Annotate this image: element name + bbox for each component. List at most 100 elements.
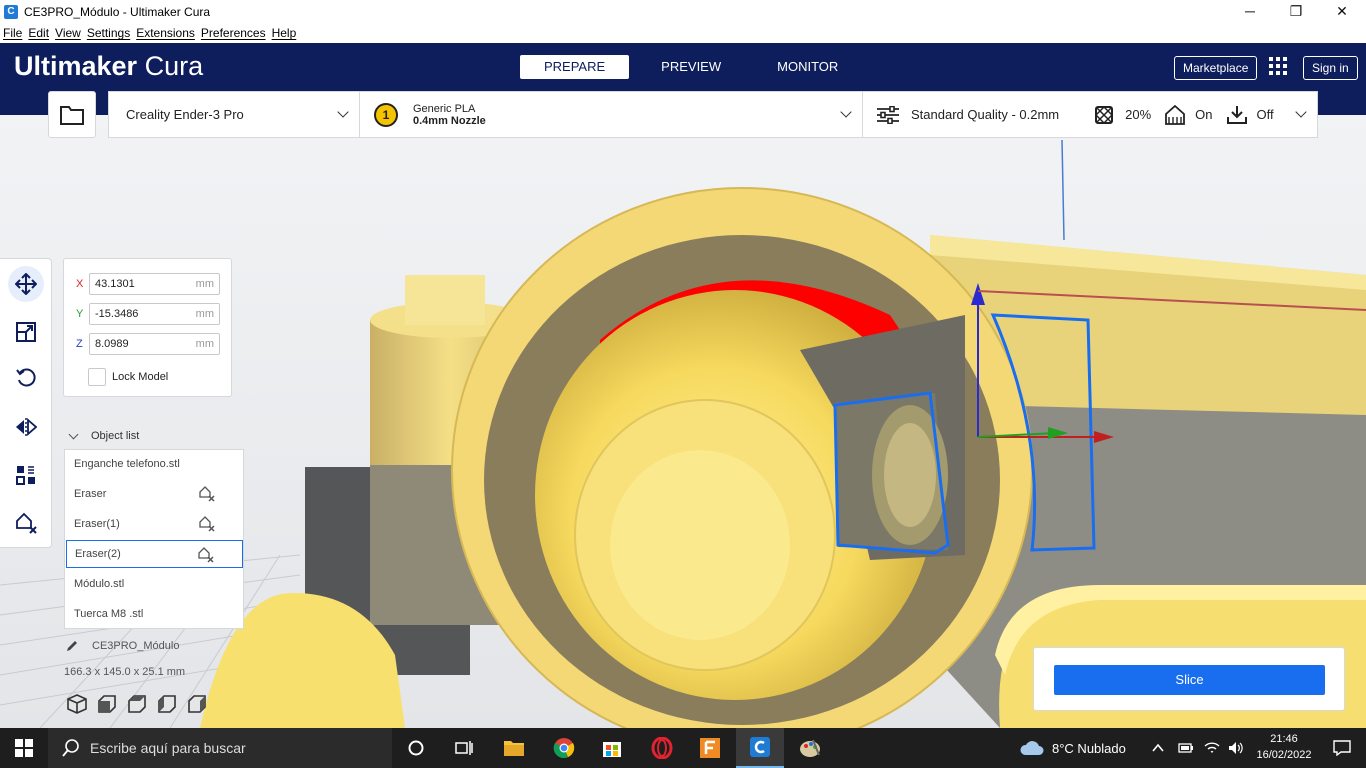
- chevron-down-icon: [68, 429, 79, 440]
- cura-app-icon: C: [4, 4, 18, 19]
- menu-bar: File Edit View Settings Extensions Prefe…: [0, 23, 1366, 43]
- object-list-item[interactable]: Módulo.stl: [66, 570, 243, 598]
- adhesion-icon: [1226, 105, 1247, 124]
- search-placeholder: Escribe aquí para buscar: [90, 740, 246, 756]
- x-unit: mm: [195, 278, 214, 290]
- object-list-item[interactable]: Tuerca M8 .stl: [66, 600, 243, 628]
- store-icon: [603, 742, 621, 757]
- extruder-badge-icon: 1: [374, 102, 398, 127]
- object-name: Eraser: [74, 488, 107, 500]
- cortana-button[interactable]: [392, 728, 440, 768]
- view-left-icon[interactable]: [156, 693, 178, 715]
- y-position-input[interactable]: -15.3486 mm: [89, 303, 220, 325]
- print-settings-selector[interactable]: Standard Quality - 0.2mm 20% On Off: [862, 91, 1318, 138]
- folder-icon: [60, 106, 84, 125]
- scene-render: [0, 115, 1366, 728]
- taskbar-search-box[interactable]: Escribe aquí para buscar: [48, 728, 392, 768]
- menu-edit[interactable]: Edit: [28, 26, 49, 40]
- view-right-icon[interactable]: [186, 693, 208, 715]
- object-name: Eraser(2): [75, 548, 121, 560]
- per-model-settings-tool[interactable]: [8, 457, 44, 493]
- cortana-icon: [408, 740, 424, 756]
- printer-name: Creality Ender-3 Pro: [126, 107, 244, 122]
- menu-help[interactable]: Help: [272, 26, 297, 40]
- wifi-icon[interactable]: [1204, 741, 1220, 755]
- mirror-tool[interactable]: [8, 409, 44, 445]
- menu-settings[interactable]: Settings: [87, 26, 130, 40]
- project-name-row[interactable]: CE3PRO_Módulo: [66, 640, 179, 652]
- opera-icon: [651, 737, 673, 759]
- quality-profile: Standard Quality - 0.2mm: [911, 107, 1060, 122]
- object-list-title: Object list: [91, 430, 140, 442]
- object-list-toggle[interactable]: Object list: [66, 429, 140, 442]
- move-tool[interactable]: [8, 266, 44, 302]
- z-position-input[interactable]: 8.0989 mm: [89, 333, 220, 355]
- restore-button[interactable]: ❐: [1273, 0, 1319, 23]
- menu-file[interactable]: File: [3, 26, 22, 40]
- lock-model-row: Lock Model: [88, 368, 168, 386]
- infill-value: 20%: [1125, 107, 1152, 122]
- object-list-item[interactable]: Eraser: [66, 480, 243, 508]
- chevron-down-icon: [840, 106, 852, 118]
- view-front-icon[interactable]: [96, 693, 118, 715]
- x-position-input[interactable]: 43.1301 mm: [89, 273, 220, 295]
- chevron-up-icon[interactable]: [1152, 743, 1164, 753]
- taskbar-store[interactable]: [588, 728, 636, 768]
- slice-button[interactable]: Slice: [1054, 665, 1325, 695]
- move-icon: [15, 273, 37, 295]
- taskbar-paint[interactable]: [786, 728, 834, 768]
- printer-selector[interactable]: Creality Ender-3 Pro: [108, 91, 360, 138]
- tab-prepare[interactable]: PREPARE: [520, 55, 630, 79]
- chrome-icon: [553, 738, 575, 758]
- sign-in-button[interactable]: Sign in: [1303, 56, 1358, 80]
- menu-view[interactable]: View: [55, 26, 81, 40]
- rotate-tool[interactable]: [8, 360, 44, 396]
- tab-monitor[interactable]: MONITOR: [753, 55, 862, 79]
- volume-icon[interactable]: [1228, 741, 1244, 755]
- marketplace-button[interactable]: Marketplace: [1174, 56, 1258, 80]
- taskbar-chrome[interactable]: [540, 728, 588, 768]
- material-selector[interactable]: 1 Generic PLA 0.4mm Nozzle: [359, 91, 863, 138]
- material-name: Generic PLA: [413, 102, 476, 115]
- 3d-viewport[interactable]: [0, 115, 1366, 728]
- start-button[interactable]: [0, 728, 48, 768]
- taskbar-cura[interactable]: [736, 728, 784, 768]
- system-tray-icons: [1152, 728, 1244, 768]
- open-file-button[interactable]: [48, 91, 96, 138]
- object-list-item[interactable]: Eraser(1): [66, 510, 243, 538]
- lock-model-checkbox[interactable]: [88, 368, 106, 386]
- notification-icon: [1333, 740, 1351, 756]
- chevron-down-icon: [337, 106, 349, 118]
- z-unit: mm: [195, 338, 214, 350]
- sliders-icon: [877, 105, 899, 124]
- taskbar-opera[interactable]: [638, 728, 686, 768]
- support-blocker-icon: [199, 486, 215, 502]
- support-value: On: [1195, 107, 1213, 122]
- close-button[interactable]: ✕: [1319, 0, 1365, 23]
- object-list-item[interactable]: Enganche telefono.stl: [66, 450, 243, 478]
- view-3d-icon[interactable]: [66, 693, 88, 715]
- taskbar-fusion[interactable]: [686, 728, 734, 768]
- view-top-icon[interactable]: [126, 693, 148, 715]
- notification-center-button[interactable]: [1318, 728, 1366, 768]
- support-blocker-tool[interactable]: [8, 505, 44, 541]
- fusion-icon: [700, 738, 720, 758]
- battery-icon[interactable]: [1178, 743, 1194, 753]
- brand-logo: Ultimaker Cura: [14, 51, 203, 82]
- apps-grid-icon[interactable]: [1269, 57, 1287, 75]
- menu-extensions[interactable]: Extensions: [136, 26, 195, 40]
- task-view-button[interactable]: [440, 728, 488, 768]
- mirror-icon: [16, 418, 37, 436]
- x-label: X: [76, 278, 84, 290]
- menu-preferences[interactable]: Preferences: [201, 26, 266, 40]
- tab-preview[interactable]: PREVIEW: [637, 55, 745, 79]
- object-list-item-selected[interactable]: Eraser(2): [66, 540, 243, 568]
- minimize-button[interactable]: ─: [1227, 0, 1273, 23]
- scale-tool[interactable]: [8, 314, 44, 350]
- weather-widget[interactable]: 8°C Nublado: [1020, 728, 1126, 768]
- taskbar-file-explorer[interactable]: [490, 728, 538, 768]
- taskbar-clock[interactable]: 21:46 16/02/2022: [1246, 731, 1322, 763]
- y-label: Y: [76, 308, 84, 320]
- object-name: Enganche telefono.stl: [74, 458, 180, 470]
- stage-tabs: PREPARE PREVIEW MONITOR: [520, 55, 870, 79]
